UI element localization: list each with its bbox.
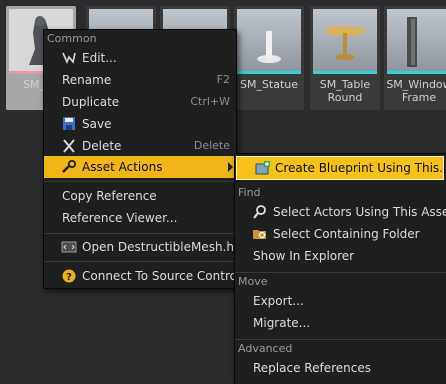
menu-item-replace-references[interactable]: Replace References — [235, 357, 446, 379]
menu-item-edit[interactable]: Edit... — [44, 47, 236, 69]
asset-label: SM_Table Round — [319, 78, 371, 104]
menu-separator — [235, 339, 446, 340]
menu-item-open-source-file[interactable]: Open DestructibleMesh.h — [44, 236, 236, 258]
section-header-advanced: Advanced — [238, 342, 293, 355]
asset-thumbnail — [237, 9, 301, 71]
asset-tile-sm-window-frame[interactable]: SM_Window Frame — [384, 6, 446, 110]
delete-icon — [63, 139, 75, 153]
menu-item-label: Rename — [62, 73, 112, 87]
menu-item-save[interactable]: Save — [44, 113, 236, 135]
menu-separator — [44, 261, 236, 262]
menu-item-delete[interactable]: Delete Delete — [44, 135, 236, 157]
menu-item-label: Create Blueprint Using This... — [275, 161, 446, 175]
menu-item-label: Show In Explorer — [253, 249, 355, 263]
menu-item-label: Replace References — [253, 361, 371, 375]
shortcut-label: Delete — [193, 139, 230, 152]
menu-item-create-blueprint[interactable]: Create Blueprint Using This... — [236, 156, 446, 180]
menu-separator — [235, 272, 446, 273]
section-header-find: Find — [238, 186, 261, 199]
menu-item-label: Edit... — [82, 51, 117, 65]
menu-item-connect-source-control[interactable]: ? Connect To Source Control — [44, 265, 240, 287]
menu-separator — [44, 233, 236, 234]
window-frame-thumbnail-icon — [407, 17, 417, 67]
menu-item-select-actors[interactable]: Select Actors Using This Asset — [235, 201, 446, 223]
menu-item-label: Save — [82, 117, 112, 131]
asset-tile-sm-table-round[interactable]: SM_Table Round — [310, 6, 380, 110]
menu-item-copy-reference[interactable]: Copy Reference — [44, 185, 236, 207]
menu-separator — [44, 181, 236, 182]
submenu-arrow-icon — [228, 162, 233, 172]
folder-search-icon — [253, 230, 266, 239]
help-icon: ? — [62, 269, 76, 283]
menu-item-label: Delete — [82, 139, 122, 153]
menu-item-select-folder[interactable]: Select Containing Folder — [235, 223, 446, 245]
shortcut-label: Ctrl+W — [190, 95, 230, 108]
asset-context-menu: Common Edit... Rename F2 Duplicate Ctrl+… — [43, 29, 240, 289]
magnifier-icon — [253, 205, 266, 219]
asset-type-bar — [387, 71, 446, 74]
shortcut-label: F2 — [216, 73, 230, 86]
menu-item-label: Copy Reference — [62, 189, 157, 203]
asset-thumbnail — [387, 9, 446, 71]
menu-item-rename[interactable]: Rename F2 — [44, 69, 236, 91]
asset-type-bar — [313, 71, 377, 74]
asset-label: SM_Statue — [239, 78, 299, 91]
menu-item-label: Reference Viewer... — [62, 211, 178, 225]
blueprint-icon — [255, 161, 270, 175]
menu-item-label: Connect To Source Control — [82, 269, 241, 283]
menu-item-label: Export... — [253, 294, 304, 308]
save-icon — [63, 117, 75, 130]
menu-item-asset-actions[interactable]: Asset Actions — [44, 156, 236, 178]
asset-tile-sm-statue[interactable]: SM_Statue — [234, 6, 304, 110]
svg-text:?: ? — [66, 272, 72, 283]
menu-item-reference-viewer[interactable]: Reference Viewer... — [44, 207, 236, 229]
menu-item-label: Select Actors Using This Asset — [273, 205, 446, 219]
asset-thumbnail — [313, 9, 377, 71]
asset-type-bar — [237, 71, 301, 74]
menu-item-label: Migrate... — [253, 316, 311, 330]
asset-actions-submenu: Create Blueprint Using This... Find Sele… — [234, 153, 446, 384]
wrench-icon — [62, 160, 77, 173]
menu-item-export[interactable]: Export... — [235, 290, 446, 312]
menu-item-label: Select Containing Folder — [273, 227, 420, 241]
menu-item-migrate[interactable]: Migrate... — [235, 312, 446, 334]
menu-item-label: Asset Actions — [82, 160, 163, 174]
edit-icon — [62, 52, 76, 65]
source-code-icon — [61, 241, 77, 253]
section-header-common: Common — [47, 32, 97, 45]
menu-item-label: Open DestructibleMesh.h — [82, 240, 234, 254]
table-thumbnail-icon — [325, 26, 365, 60]
menu-item-show-in-explorer[interactable]: Show In Explorer — [235, 245, 446, 267]
section-header-move: Move — [238, 275, 268, 288]
menu-item-label: Duplicate — [62, 95, 120, 109]
asset-label: SM_Window Frame — [386, 78, 446, 104]
statue-base-thumbnail-icon — [257, 31, 281, 63]
menu-item-duplicate[interactable]: Duplicate Ctrl+W — [44, 91, 236, 113]
